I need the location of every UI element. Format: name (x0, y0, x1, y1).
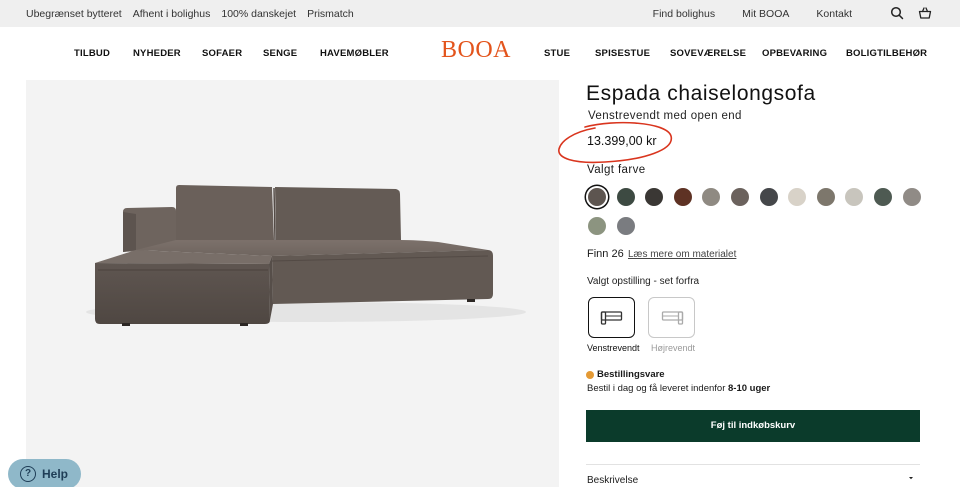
delivery-weeks: 8-10 uger (728, 383, 771, 394)
question-icon: ? (20, 466, 36, 482)
color-swatch[interactable] (702, 188, 721, 206)
add-to-cart-button[interactable]: Føj til indkøbskurv (586, 410, 920, 442)
utility-bar: Ubegrænset bytteret Afhent i bolighus 10… (0, 0, 960, 27)
color-swatch[interactable] (874, 188, 892, 206)
color-swatch[interactable] (759, 188, 778, 206)
brand-logo[interactable]: BOOA (441, 37, 511, 64)
fabric-info-link[interactable]: Læs mere om materialet (628, 249, 736, 260)
help-label: Help (42, 467, 69, 481)
nav-item-tilbud[interactable]: TILBUD (74, 48, 110, 59)
utility-links-right: Find bolighus Mit BOOA Kontakt (653, 8, 852, 20)
color-swatch[interactable] (645, 188, 664, 206)
utility-links-left: Ubegrænset bytteret Afhent i bolighus 10… (26, 8, 354, 20)
product-price: 13.399,00 kr (587, 134, 657, 148)
color-swatch[interactable] (616, 188, 635, 206)
search-icon[interactable] (890, 6, 904, 20)
find-store-link[interactable]: Find bolighus (653, 8, 715, 20)
sofa-left-icon (600, 311, 623, 325)
delivery-info: Bestil i dag og få leveret indenfor 8-10… (587, 383, 770, 394)
section-divider (586, 464, 920, 465)
nav-item-stue[interactable]: STUE (544, 48, 570, 59)
color-swatch[interactable] (902, 188, 921, 206)
layout-label: Valgt opstilling - set forfra (587, 276, 700, 287)
account-link[interactable]: Mit BOOA (742, 8, 789, 20)
nav-item-senge[interactable]: SENGE (263, 48, 297, 59)
product-gallery[interactable] (26, 80, 559, 487)
description-toggle[interactable]: Beskrivelse (587, 475, 638, 486)
layout-caption-left: Venstrevendt (587, 343, 640, 353)
color-label: Valgt farve (587, 164, 646, 176)
color-swatch[interactable] (731, 188, 749, 206)
nav-item-nyheder[interactable]: NYHEDER (133, 48, 181, 59)
layout-caption-right: Højrevendt (651, 343, 696, 353)
color-swatch[interactable] (816, 188, 835, 206)
order-status-dot (586, 371, 594, 379)
chevron-down-icon[interactable] (906, 473, 916, 483)
utility-link[interactable]: Ubegrænset bytteret (26, 8, 122, 20)
color-swatch[interactable] (588, 217, 606, 235)
contact-link[interactable]: Kontakt (816, 8, 852, 20)
layout-option-right[interactable] (648, 297, 695, 338)
sofa-product-image (86, 185, 526, 326)
main-nav: TILBUD NYHEDER SOFAER SENGE HAVEMØBLER B… (0, 27, 960, 79)
help-button[interactable]: ? Help (8, 459, 81, 487)
sofa-right-icon (661, 311, 684, 325)
delivery-text: Bestil i dag og få leveret indenfor (587, 383, 726, 394)
nav-item-boligtilbehor[interactable]: BOLIGTILBEHØR (846, 48, 927, 59)
order-status: Bestillingsvare (597, 369, 665, 380)
color-swatch[interactable] (673, 188, 692, 206)
product-title: Espada chaiselongsofa (586, 82, 816, 105)
utility-link[interactable]: 100% danskejet (221, 8, 296, 20)
fabric-name: Finn 26 (587, 248, 624, 260)
nav-item-sovevaerelse[interactable]: SOVEVÆRELSE (670, 48, 746, 59)
utility-link[interactable]: Afhent i bolighus (133, 8, 211, 20)
nav-item-spisestue[interactable]: SPISESTUE (595, 48, 650, 59)
product-subtitle: Venstrevendt med open end (588, 110, 742, 122)
color-swatch[interactable] (788, 188, 807, 206)
layout-option-left[interactable] (588, 297, 635, 338)
basket-icon[interactable] (918, 6, 932, 20)
utility-link[interactable]: Prismatch (307, 8, 354, 20)
nav-item-sofaer[interactable]: SOFAER (202, 48, 242, 59)
color-swatch[interactable] (616, 217, 635, 235)
color-swatch[interactable] (845, 188, 864, 206)
color-swatch[interactable] (588, 188, 606, 206)
nav-item-opbevaring[interactable]: OPBEVARING (762, 48, 827, 59)
nav-item-havemobler[interactable]: HAVEMØBLER (320, 48, 389, 59)
